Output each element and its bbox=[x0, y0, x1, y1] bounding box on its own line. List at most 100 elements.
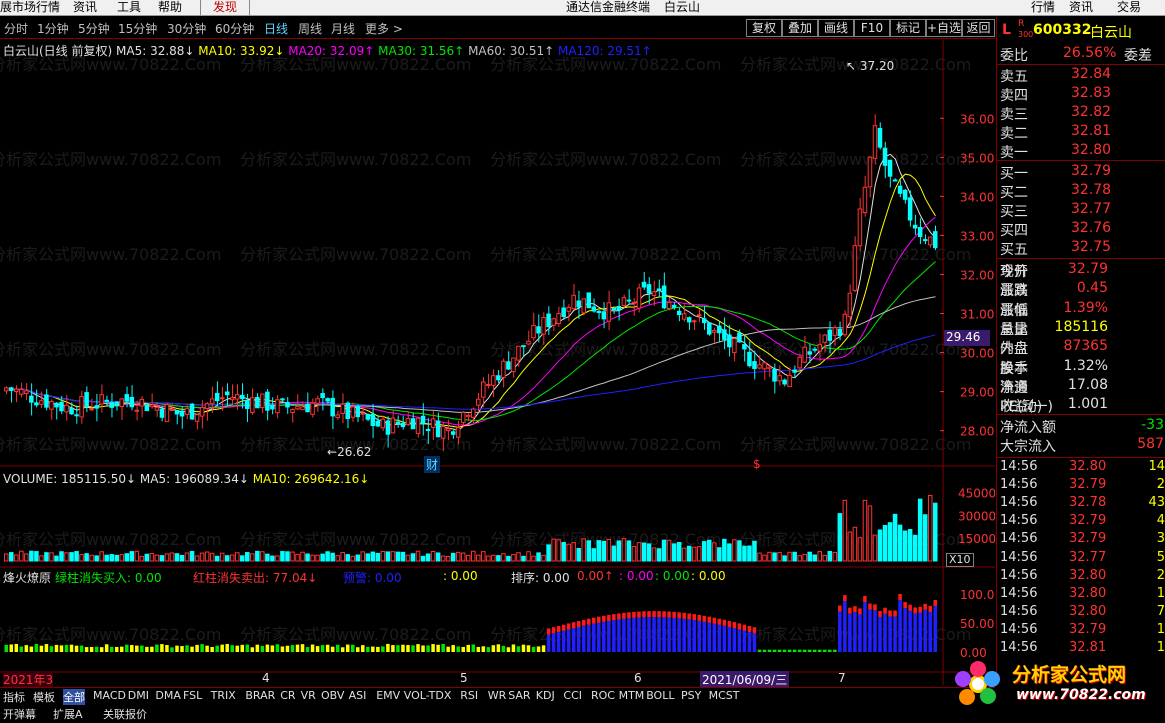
indicator-tab-dma[interactable]: DMA bbox=[155, 689, 181, 702]
back-button[interactable]: 返回 bbox=[962, 19, 995, 37]
menu-trade[interactable]: 交易 bbox=[1117, 0, 1141, 15]
volume-bar bbox=[777, 552, 782, 562]
period-weekly[interactable]: 周线 bbox=[298, 20, 322, 37]
period-30min[interactable]: 30分钟 bbox=[167, 20, 206, 37]
candle-body bbox=[747, 351, 752, 367]
indicator-bar-top bbox=[838, 605, 842, 612]
indicator-tab-mtm[interactable]: MTM bbox=[619, 689, 645, 702]
menu-help[interactable]: 帮助 bbox=[158, 0, 182, 15]
period-15min[interactable]: 15分钟 bbox=[118, 20, 157, 37]
volume-bar bbox=[420, 555, 426, 562]
period-more[interactable]: 更多 > bbox=[365, 20, 403, 37]
indicator-bar bbox=[24, 645, 29, 652]
high-value: 37.20 bbox=[859, 59, 895, 73]
indicator-bar bbox=[692, 620, 696, 652]
extra-tab-1[interactable]: 扩展A bbox=[53, 706, 83, 722]
overlay-button[interactable]: 叠加 bbox=[782, 19, 818, 37]
finance-marker[interactable]: 财 bbox=[424, 456, 441, 473]
menu-quote[interactable]: 行情 bbox=[1031, 0, 1055, 15]
candle-body bbox=[792, 369, 797, 373]
volume-bar bbox=[335, 555, 340, 562]
extra-tab-2[interactable]: 关联报价 bbox=[103, 706, 147, 722]
indicator-tick-label: 100.00 bbox=[960, 588, 995, 602]
indicator-tab-cci[interactable]: CCI bbox=[563, 689, 582, 702]
indicator-tab-obv[interactable]: OBV bbox=[321, 689, 344, 702]
candle-body bbox=[767, 366, 772, 370]
indicator-tab-rsi[interactable]: RSI bbox=[460, 689, 478, 702]
indicator-tab-指标[interactable]: 指标 bbox=[3, 689, 25, 705]
candle-body bbox=[44, 394, 49, 408]
volume-bar bbox=[887, 522, 893, 562]
menu-discover[interactable]: 发现 bbox=[200, 0, 251, 15]
indicator-bar bbox=[4, 644, 9, 652]
indicator-tab-asi[interactable]: ASI bbox=[349, 689, 367, 702]
indicator-tab-brar[interactable]: BRAR bbox=[245, 689, 275, 702]
volume-bar bbox=[119, 554, 125, 562]
period-daily[interactable]: 日线 bbox=[264, 20, 288, 37]
menu-tools[interactable]: 工具 bbox=[117, 0, 141, 15]
volume-bar bbox=[370, 551, 376, 562]
volume-bar bbox=[129, 551, 135, 562]
indicator-bar-top bbox=[566, 623, 571, 630]
fuquan-button[interactable]: 复权 bbox=[746, 19, 782, 37]
indicator-tab-dmi[interactable]: DMI bbox=[128, 689, 149, 702]
volume-bar bbox=[576, 548, 581, 562]
period-5min[interactable]: 5分钟 bbox=[78, 20, 110, 37]
indicator-bar bbox=[551, 633, 556, 652]
flow-value: 587 bbox=[1137, 436, 1164, 452]
stat-row: 涨跌 0.45 最高 bbox=[997, 280, 1165, 299]
indicator-tab-emv[interactable]: EMV bbox=[376, 689, 400, 702]
price-cursor-tag: 29.46 bbox=[944, 330, 990, 346]
indicator-bar bbox=[843, 601, 847, 652]
indicator-tab-fsl[interactable]: FSL bbox=[183, 689, 202, 702]
watermark-text: 分析家公式网www.70822.Com bbox=[240, 530, 471, 549]
f10-button[interactable]: F10 bbox=[854, 19, 890, 37]
sell-row: 卖一 32.80 bbox=[997, 142, 1165, 161]
tick-price: 32.80 bbox=[1069, 603, 1107, 619]
indicator-bar bbox=[461, 646, 465, 652]
indicator-tab-psy[interactable]: PSY bbox=[681, 689, 701, 702]
menu-info[interactable]: 资讯 bbox=[1069, 0, 1093, 15]
menu-market[interactable]: 展市场行情 bbox=[0, 0, 60, 15]
dividend-marker[interactable]: $ bbox=[753, 457, 761, 471]
indicator-bar-top bbox=[727, 620, 732, 627]
stock-name: 白云山 bbox=[1090, 25, 1132, 41]
indicator-tab-boll[interactable]: BOLL bbox=[646, 689, 674, 702]
indicator-bar bbox=[727, 626, 732, 652]
indicator-tab-vr[interactable]: VR bbox=[301, 689, 316, 702]
candle-body bbox=[787, 374, 792, 388]
indicator-bar-top bbox=[878, 610, 882, 617]
indicator-tab-kdj[interactable]: KDJ bbox=[536, 689, 555, 702]
stat-right-label: 最高 bbox=[1000, 283, 1028, 300]
indicator-bar bbox=[406, 645, 410, 652]
period-60min[interactable]: 60分钟 bbox=[215, 20, 254, 37]
period-tick[interactable]: 分时 bbox=[4, 20, 28, 37]
draw-button[interactable]: 画线 bbox=[818, 19, 854, 37]
indicator-tab-cr[interactable]: CR bbox=[280, 689, 295, 702]
indicator-bar bbox=[119, 646, 124, 652]
menu-news[interactable]: 资讯 bbox=[73, 0, 97, 15]
indicator-tab-全部[interactable]: 全部 bbox=[63, 689, 85, 705]
mark-button[interactable]: 标记 bbox=[890, 19, 926, 37]
indicator-tab-wr[interactable]: WR bbox=[488, 689, 507, 702]
indicator-bar-top bbox=[858, 608, 862, 615]
candle-body bbox=[481, 381, 486, 398]
indicator-tab-trix[interactable]: TRIX bbox=[211, 689, 236, 702]
chart-canvas[interactable]: 分析家公式网www.70822.Com 分析家公式网www.70822.Com 分析… bbox=[0, 40, 995, 685]
add-watchlist-button[interactable]: +自选 bbox=[926, 19, 962, 37]
indicator-tab-vol-tdx[interactable]: VOL-TDX bbox=[404, 689, 452, 702]
indicator-tabs: 指标 模板 全部 MACD DMI DMA FSL TRIX BRAR CR VR OBV ASI EMV… bbox=[0, 687, 995, 723]
volume-bar bbox=[631, 546, 637, 562]
volume-tick-label: 45000 bbox=[958, 487, 995, 501]
period-1min[interactable]: 1分钟 bbox=[37, 20, 69, 37]
indicator-label-4: : 0.00 bbox=[443, 569, 478, 583]
volume-bar bbox=[862, 499, 868, 562]
extra-tab-0[interactable]: 开弹幕 bbox=[3, 706, 36, 722]
indicator-tab-roc[interactable]: ROC bbox=[591, 689, 615, 702]
indicator-tab-mcst[interactable]: MCST bbox=[709, 689, 740, 702]
period-monthly[interactable]: 月线 bbox=[331, 20, 355, 37]
kline-chart[interactable]: 分析家公式网www.70822.Com 分析家公式网www.70822.Com 分析… bbox=[0, 40, 995, 688]
indicator-tab-macd[interactable]: MACD bbox=[93, 689, 126, 702]
indicator-tab-模板[interactable]: 模板 bbox=[33, 689, 55, 705]
indicator-tab-sar[interactable]: SAR bbox=[508, 689, 530, 702]
